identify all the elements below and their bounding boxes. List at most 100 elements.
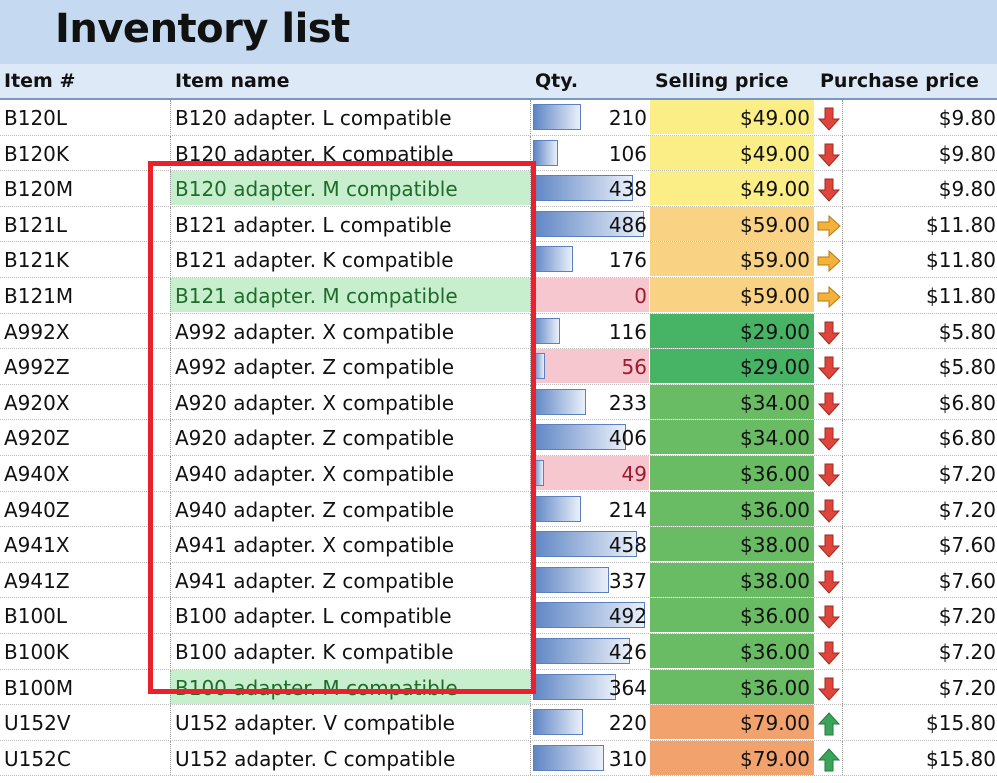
purchase-price-cell[interactable]: $7.60: [842, 562, 997, 597]
item-id-cell[interactable]: B100L: [4, 598, 169, 632]
item-name-cell[interactable]: U152 adapter. C compatible: [170, 740, 530, 775]
table-row[interactable]: B121L B121 adapter. L compatible 486 $59…: [0, 206, 997, 243]
table-row[interactable]: B121M B121 adapter. M compatible 0 $59.0…: [0, 277, 997, 314]
purchase-price-cell[interactable]: $9.80: [842, 171, 997, 206]
table-row[interactable]: U152C U152 adapter. C compatible 310 $79…: [0, 740, 997, 777]
table-row[interactable]: B121K B121 adapter. K compatible 176 $59…: [0, 242, 997, 278]
purchase-price-cell[interactable]: $7.20: [842, 633, 997, 668]
item-name-cell[interactable]: U152 adapter. V compatible: [170, 705, 530, 740]
qty-cell[interactable]: 337: [530, 562, 649, 597]
item-name-cell[interactable]: A941 adapter. X compatible: [170, 527, 530, 562]
purchase-price-cell[interactable]: $7.20: [842, 598, 997, 633]
selling-price-cell[interactable]: $79.00: [650, 740, 814, 775]
item-name-cell[interactable]: B120 adapter. K compatible: [170, 135, 530, 170]
item-id-cell[interactable]: U152V: [4, 705, 169, 739]
purchase-price-cell[interactable]: $7.20: [842, 455, 997, 490]
item-id-cell[interactable]: B100M: [4, 670, 169, 704]
purchase-price-cell[interactable]: $5.80: [842, 349, 997, 384]
selling-price-cell[interactable]: $34.00: [650, 384, 814, 419]
table-row[interactable]: A941Z A941 adapter. Z compatible 337 $38…: [0, 562, 997, 599]
header-item-name[interactable]: Item name: [175, 70, 289, 92]
table-row[interactable]: B100M B100 adapter. M compatible 364 $36…: [0, 669, 997, 706]
qty-cell[interactable]: 210: [530, 100, 649, 134]
purchase-price-cell[interactable]: $15.80: [842, 705, 997, 740]
item-id-cell[interactable]: B121L: [4, 207, 169, 241]
item-name-cell[interactable]: A940 adapter. Z compatible: [170, 491, 530, 526]
item-id-cell[interactable]: A920X: [4, 385, 169, 419]
purchase-price-cell[interactable]: $7.20: [842, 669, 997, 704]
table-row[interactable]: A992X A992 adapter. X compatible 116 $29…: [0, 313, 997, 350]
item-name-cell[interactable]: B100 adapter. K compatible: [170, 633, 530, 668]
qty-cell[interactable]: 438: [530, 171, 649, 206]
item-id-cell[interactable]: B100K: [4, 634, 169, 668]
purchase-price-cell[interactable]: $11.80: [842, 277, 997, 312]
purchase-price-cell[interactable]: $11.80: [842, 242, 997, 277]
purchase-price-cell[interactable]: $15.80: [842, 740, 997, 775]
selling-price-cell[interactable]: $38.00: [650, 527, 814, 562]
item-id-cell[interactable]: A940X: [4, 456, 169, 490]
qty-cell[interactable]: 406: [530, 420, 649, 455]
header-item-id[interactable]: Item #: [4, 70, 75, 92]
item-name-cell[interactable]: A992 adapter. Z compatible: [170, 349, 530, 384]
purchase-price-cell[interactable]: $7.60: [842, 527, 997, 562]
qty-cell[interactable]: 0: [530, 277, 649, 312]
item-id-cell[interactable]: B121M: [4, 278, 169, 312]
item-id-cell[interactable]: U152C: [4, 741, 169, 775]
item-name-cell[interactable]: A940 adapter. X compatible: [170, 455, 530, 490]
qty-cell[interactable]: 486: [530, 206, 649, 241]
selling-price-cell[interactable]: $29.00: [650, 349, 814, 384]
table-row[interactable]: B100K B100 adapter. K compatible 426 $36…: [0, 633, 997, 670]
header-qty[interactable]: Qty.: [535, 70, 578, 92]
selling-price-cell[interactable]: $36.00: [650, 491, 814, 526]
item-name-cell[interactable]: B120 adapter. M compatible: [170, 171, 530, 206]
qty-cell[interactable]: 492: [530, 598, 649, 633]
item-id-cell[interactable]: A941X: [4, 527, 169, 561]
selling-price-cell[interactable]: $59.00: [650, 206, 814, 241]
item-name-cell[interactable]: B120 adapter. L compatible: [170, 100, 530, 134]
item-name-cell[interactable]: A920 adapter. X compatible: [170, 384, 530, 419]
table-row[interactable]: A940Z A940 adapter. Z compatible 214 $36…: [0, 491, 997, 528]
qty-cell[interactable]: 214: [530, 491, 649, 526]
item-id-cell[interactable]: A992Z: [4, 349, 169, 383]
item-name-cell[interactable]: B100 adapter. M compatible: [170, 669, 530, 704]
qty-cell[interactable]: 458: [530, 527, 649, 562]
qty-cell[interactable]: 56: [530, 349, 649, 384]
item-name-cell[interactable]: A992 adapter. X compatible: [170, 313, 530, 348]
header-selling-price[interactable]: Selling price: [655, 70, 788, 92]
qty-cell[interactable]: 310: [530, 740, 649, 775]
selling-price-cell[interactable]: $29.00: [650, 313, 814, 348]
qty-cell[interactable]: 364: [530, 669, 649, 704]
item-name-cell[interactable]: B121 adapter. M compatible: [170, 277, 530, 312]
qty-cell[interactable]: 49: [530, 455, 649, 490]
purchase-price-cell[interactable]: $9.80: [842, 135, 997, 170]
selling-price-cell[interactable]: $49.00: [650, 100, 814, 134]
item-id-cell[interactable]: B120K: [4, 136, 169, 170]
table-row[interactable]: B120K B120 adapter. K compatible 106 $49…: [0, 135, 997, 172]
item-id-cell[interactable]: A992X: [4, 314, 169, 348]
selling-price-cell[interactable]: $36.00: [650, 669, 814, 704]
item-id-cell[interactable]: A941Z: [4, 563, 169, 597]
table-row[interactable]: A940X A940 adapter. X compatible 49 $36.…: [0, 455, 997, 492]
purchase-price-cell[interactable]: $9.80: [842, 100, 997, 134]
item-id-cell[interactable]: B120M: [4, 171, 169, 205]
item-name-cell[interactable]: A941 adapter. Z compatible: [170, 562, 530, 597]
qty-cell[interactable]: 116: [530, 313, 649, 348]
table-row[interactable]: A992Z A992 adapter. Z compatible 56 $29.…: [0, 349, 997, 385]
qty-cell[interactable]: 220: [530, 705, 649, 740]
item-name-cell[interactable]: B121 adapter. K compatible: [170, 242, 530, 277]
purchase-price-cell[interactable]: $5.80: [842, 313, 997, 348]
table-row[interactable]: B120L B120 adapter. L compatible 210 $49…: [0, 100, 997, 136]
selling-price-cell[interactable]: $49.00: [650, 171, 814, 206]
purchase-price-cell[interactable]: $11.80: [842, 206, 997, 241]
purchase-price-cell[interactable]: $6.80: [842, 420, 997, 455]
table-row[interactable]: A920X A920 adapter. X compatible 233 $34…: [0, 384, 997, 421]
item-id-cell[interactable]: A940Z: [4, 492, 169, 526]
table-row[interactable]: U152V U152 adapter. V compatible 220 $79…: [0, 705, 997, 741]
table-row[interactable]: B100L B100 adapter. L compatible 492 $36…: [0, 598, 997, 634]
selling-price-cell[interactable]: $49.00: [650, 135, 814, 170]
selling-price-cell[interactable]: $38.00: [650, 562, 814, 597]
item-id-cell[interactable]: B121K: [4, 242, 169, 276]
item-id-cell[interactable]: B120L: [4, 100, 169, 134]
purchase-price-cell[interactable]: $7.20: [842, 491, 997, 526]
header-purchase-price[interactable]: Purchase price: [820, 70, 979, 92]
